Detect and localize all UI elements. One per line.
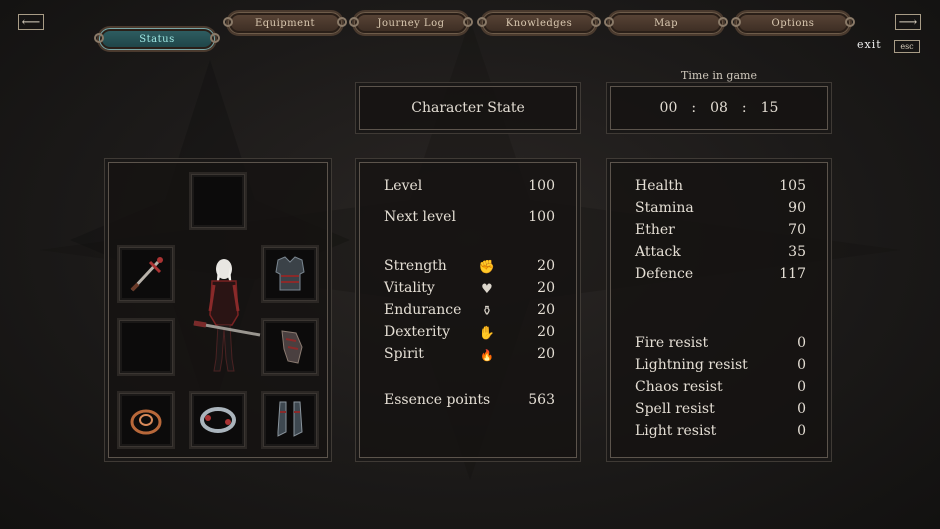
sword-icon [130,257,163,292]
stamina-label: Stamina [635,200,694,216]
tab-knob-icon [349,17,359,27]
arrow-right-icon: ⟶ [898,14,918,30]
tab-label: Status [139,33,175,45]
next-level-label: Next level [384,209,456,225]
lightning-resist-label: Lightning resist [635,357,748,373]
exit-label[interactable]: exit [857,38,882,51]
tab-label: Equipment [254,17,316,29]
tab-knob-icon [94,33,104,43]
fire-resist-label: Fire resist [635,335,709,351]
time-seconds: 15 [760,100,779,116]
gauntlet-icon [281,330,303,364]
spell-resist-label: Spell resist [635,401,715,417]
flame-icon: 🔥 [480,348,494,362]
light-resist-value: 0 [797,423,806,439]
hero-figure [193,259,261,372]
back-button[interactable]: ⟵ [18,14,44,30]
amulet-slot[interactable] [191,393,245,447]
health-label: Health [635,178,683,194]
tab-journey-log[interactable]: Journey Log [349,12,473,34]
attack-label: Attack [635,244,681,260]
lightning-resist-value: 0 [797,357,806,373]
character-state-panel: Character State [359,86,577,130]
tab-label: Options [771,17,815,29]
spirit-label: Spirit [384,346,424,362]
time-in-game-label: Time in game [681,69,757,82]
tab-label: Journey Log [377,17,445,29]
fire-resist-value: 0 [797,335,806,351]
chaos-resist-label: Chaos resist [635,379,723,395]
strength-label: Strength [384,258,447,274]
tab-map[interactable]: Map [604,12,728,34]
fist-icon: ✊ [478,259,496,275]
tab-options[interactable]: Options [731,12,855,34]
ring-icon [130,409,162,435]
arrow-left-icon: ⟵ [21,14,41,30]
boots-icon [277,401,303,437]
chest-armor-icon [275,256,305,291]
strength-value: 20 [537,258,555,274]
ether-label: Ether [635,222,675,238]
tab-knob-icon [463,17,473,27]
tab-knob-icon [731,17,741,27]
essence-points-label: Essence points [384,392,491,408]
offhand-slot[interactable] [119,320,173,374]
gloves-slot[interactable] [263,320,317,374]
heart-icon: ♥ [481,281,493,297]
vitality-label: Vitality [384,280,435,296]
attack-value: 35 [788,244,806,260]
essence-points-value: 563 [528,392,555,408]
tab-label: Map [653,17,679,29]
tab-knowledges[interactable]: Knowledges [477,12,601,34]
tab-knob-icon [718,17,728,27]
tab-knob-icon [604,17,614,27]
ether-value: 70 [788,222,806,238]
helmet-slot[interactable] [191,174,245,228]
tab-knob-icon [845,17,855,27]
time-minutes: 08 [710,100,728,116]
game-time-panel: 00 : 08 : 15 [610,86,828,130]
time-separator: : [741,100,747,116]
hand-icon: ✋ [478,325,496,341]
tab-knob-icon [223,17,233,27]
bracelet-icon [200,407,236,433]
forward-button[interactable]: ⟶ [895,14,921,30]
dexterity-value: 20 [537,324,555,340]
spell-resist-value: 0 [797,401,806,417]
tab-label: Knowledges [505,17,573,29]
time-hours: 00 [659,100,678,116]
kettlebell-icon: ⚱ [481,303,493,319]
tab-knob-icon [591,17,601,27]
tab-knob-icon [210,33,220,43]
vitality-value: 20 [537,280,555,296]
tab-knob-icon [337,17,347,27]
stamina-value: 90 [788,200,806,216]
endurance-value: 20 [537,302,555,318]
armor-slot[interactable] [263,247,317,301]
boots-slot[interactable] [263,393,317,447]
next-level-value: 100 [528,209,555,225]
endurance-label: Endurance [384,302,462,318]
dexterity-label: Dexterity [384,324,451,340]
defence-label: Defence [635,266,694,282]
tab-equipment[interactable]: Equipment [223,12,347,34]
health-value: 105 [779,178,806,194]
ring-slot[interactable] [119,393,173,447]
spirit-value: 20 [537,346,555,362]
page-title: Character State [411,100,525,116]
tab-status[interactable]: Status [94,28,220,50]
light-resist-label: Light resist [635,423,717,439]
defence-value: 117 [779,266,806,282]
level-value: 100 [528,178,555,194]
chaos-resist-value: 0 [797,379,806,395]
level-label: Level [384,178,423,194]
esc-key-hint: esc [894,40,920,53]
tab-knob-icon [477,17,487,27]
weapon-slot[interactable] [119,247,173,301]
time-separator: : [691,100,697,116]
